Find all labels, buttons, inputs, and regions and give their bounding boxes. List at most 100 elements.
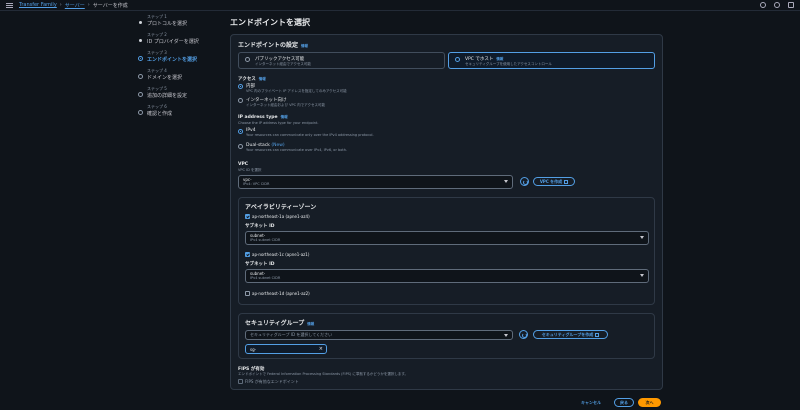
option-desc: セキュリティグループを使用したアクセスコントロール xyxy=(465,62,552,66)
caret-down-icon xyxy=(504,180,508,183)
breadcrumb-servers[interactable]: サーバー xyxy=(65,2,85,9)
step-label: ID プロバイダーを選択 xyxy=(147,39,199,45)
radio-desc: Your resources can communicate only over… xyxy=(246,133,374,137)
checkbox-label: ap-northeast-1c (apne1-az1) xyxy=(252,252,310,257)
cancel-button[interactable]: キャンセル xyxy=(572,398,610,407)
security-group-token: sg- × xyxy=(245,344,327,354)
breadcrumb-service[interactable]: Transfer Family xyxy=(19,2,57,8)
section-heading: アベイラビリティーゾーン xyxy=(245,204,317,211)
caret-down-icon xyxy=(640,236,644,239)
menu-icon[interactable] xyxy=(6,2,13,8)
wizard-steps: ステップ 1 プロトコルを選択 ステップ 2 ID プロバイダーを選択 ステップ 3… xyxy=(138,14,228,122)
step-1[interactable]: ステップ 1 プロトコルを選択 xyxy=(138,14,228,32)
select-sub: IPv4 subnet CIDR xyxy=(250,238,281,242)
button-label: VPC を作成 xyxy=(539,178,563,184)
checkbox-label: ap-northeast-1d (apne1-az2) xyxy=(252,291,310,296)
checkbox-label: ap-northeast-1a (apne1-az4) xyxy=(252,214,310,219)
step-label: 確認と作成 xyxy=(147,111,173,117)
step-6: ステップ 6 確認と作成 xyxy=(138,104,228,122)
step-dot-icon xyxy=(138,56,143,61)
refresh-icon[interactable] xyxy=(519,330,528,339)
step-dot-icon xyxy=(138,92,143,97)
clock-icon[interactable] xyxy=(774,2,780,8)
ip-type-label: IP address type 情報 xyxy=(238,115,288,120)
step-dot-icon xyxy=(138,110,143,115)
back-button[interactable]: 戻る xyxy=(614,398,634,407)
checkbox-icon xyxy=(245,252,250,257)
create-vpc-button[interactable]: VPC を作成 xyxy=(533,177,575,186)
chevron-right-icon: › xyxy=(87,2,90,8)
label-text: アクセス xyxy=(238,77,256,82)
subnet-select[interactable]: subnet- IPv4 subnet CIDR xyxy=(245,231,649,245)
subnet-label: サブネット ID xyxy=(245,224,275,229)
close-icon[interactable]: × xyxy=(319,346,323,352)
subnet-label: サブネット ID xyxy=(245,262,275,267)
heading-text: エンドポイントの設定 xyxy=(238,42,299,49)
az-checkbox[interactable]: ap-northeast-1a (apne1-az4) xyxy=(245,214,310,219)
button-label: セキュリティグループを作成 xyxy=(541,331,594,337)
caret-down-icon xyxy=(504,334,508,337)
az-checkbox[interactable]: ap-northeast-1d (apne1-az2) xyxy=(245,291,310,296)
ip-type-desc: Choose the IP address type for your endp… xyxy=(238,121,319,125)
vpc-select[interactable]: vpc- IPv4: VPC CIDR xyxy=(238,175,513,189)
step-label: ドメインを選択 xyxy=(147,75,183,81)
info-link[interactable]: 情報 xyxy=(307,322,314,326)
vpc-desc: VPC ID を選択 xyxy=(238,168,262,172)
section-heading: セキュリティグループ 情報 xyxy=(245,318,314,327)
access-internet-radio[interactable]: インターネット向け インターネット経由および VPC 内でアクセス可能 xyxy=(238,97,325,108)
step-label: エンドポイントを選択 xyxy=(147,57,198,63)
info-link[interactable]: 情報 xyxy=(281,115,288,119)
step-4: ステップ 4 ドメインを選択 xyxy=(138,68,228,86)
top-bar: Transfer Family › サーバー › サーバーを作成 xyxy=(0,0,800,11)
radio-icon xyxy=(245,57,250,62)
fips-desc: エンドポイントで Federal Information Processing … xyxy=(238,372,409,376)
option-desc: インターネット経由でアクセス可能 xyxy=(255,62,311,66)
create-security-group-button[interactable]: セキュリティグループを作成 xyxy=(533,330,608,339)
info-icon[interactable] xyxy=(760,2,766,8)
radio-icon xyxy=(238,144,243,149)
subnet-select[interactable]: subnet- IPv4 subnet CIDR xyxy=(245,269,649,283)
refresh-icon[interactable] xyxy=(520,177,529,186)
select-sub: IPv4: VPC CIDR xyxy=(243,182,270,186)
checkbox-icon xyxy=(245,214,250,219)
step-dot-icon xyxy=(139,21,142,24)
ipv4-radio[interactable]: IPv4 Your resources can communicate only… xyxy=(238,128,374,137)
access-label: アクセス 情報 xyxy=(238,76,266,82)
radio-icon xyxy=(238,98,243,103)
security-group-card: セキュリティグループ 情報 セキュリティグループ ID を選択してください セキュ… xyxy=(238,313,655,359)
next-button[interactable]: 次へ xyxy=(638,398,661,407)
vpc-endpoint-option[interactable]: VPC でホスト 情報 セキュリティグループを使用したアクセスコントロール xyxy=(448,52,655,69)
select-placeholder: セキュリティグループ ID を選択してください xyxy=(250,332,333,337)
info-link[interactable]: 情報 xyxy=(259,77,266,81)
public-endpoint-option[interactable]: パブリックアクセス可能 インターネット経由でアクセス可能 xyxy=(238,52,445,69)
chevron-right-icon: › xyxy=(59,2,62,8)
step-label: プロトコルを選択 xyxy=(147,21,188,27)
step-5: ステップ 5 追加の詳細を設定 xyxy=(138,86,228,104)
external-link-icon xyxy=(564,179,569,184)
step-3[interactable]: ステップ 3 エンドポイントを選択 xyxy=(138,50,228,68)
heading-text: セキュリティグループ xyxy=(245,320,305,327)
settings-icon[interactable] xyxy=(788,2,794,8)
step-2[interactable]: ステップ 2 ID プロバイダーを選択 xyxy=(138,32,228,50)
step-dot-icon xyxy=(139,39,142,42)
radio-selected-icon xyxy=(238,84,243,89)
vpc-label: VPC xyxy=(238,162,249,167)
external-link-icon xyxy=(595,332,600,337)
label-text: IP address type xyxy=(238,115,278,120)
fips-checkbox[interactable]: FIPS が有効なエンドポイント xyxy=(238,379,299,385)
checkbox-label: FIPS が有効なエンドポイント xyxy=(245,379,299,384)
token-label: sg- xyxy=(250,347,257,352)
dualstack-radio[interactable]: Dual-stack (New) Your resources can comm… xyxy=(238,143,347,152)
radio-selected-icon xyxy=(238,129,243,134)
checkbox-icon xyxy=(245,291,250,296)
az-checkbox[interactable]: ap-northeast-1c (apne1-az1) xyxy=(245,252,309,257)
info-link[interactable]: 情報 xyxy=(496,57,503,61)
breadcrumb-current: サーバーを作成 xyxy=(92,2,128,9)
section-heading: エンドポイントの設定 情報 xyxy=(238,40,308,49)
access-internal-radio[interactable]: 内部 VPC 内のプライベート IP アドレスを指定してのみアクセス可能 xyxy=(238,83,347,94)
security-group-select[interactable]: セキュリティグループ ID を選択してください xyxy=(245,330,513,340)
page-title: エンドポイントを選択 xyxy=(230,18,310,27)
info-link[interactable]: 情報 xyxy=(301,44,308,48)
step-label: 追加の詳細を設定 xyxy=(147,93,188,99)
radio-selected-icon xyxy=(455,57,460,62)
